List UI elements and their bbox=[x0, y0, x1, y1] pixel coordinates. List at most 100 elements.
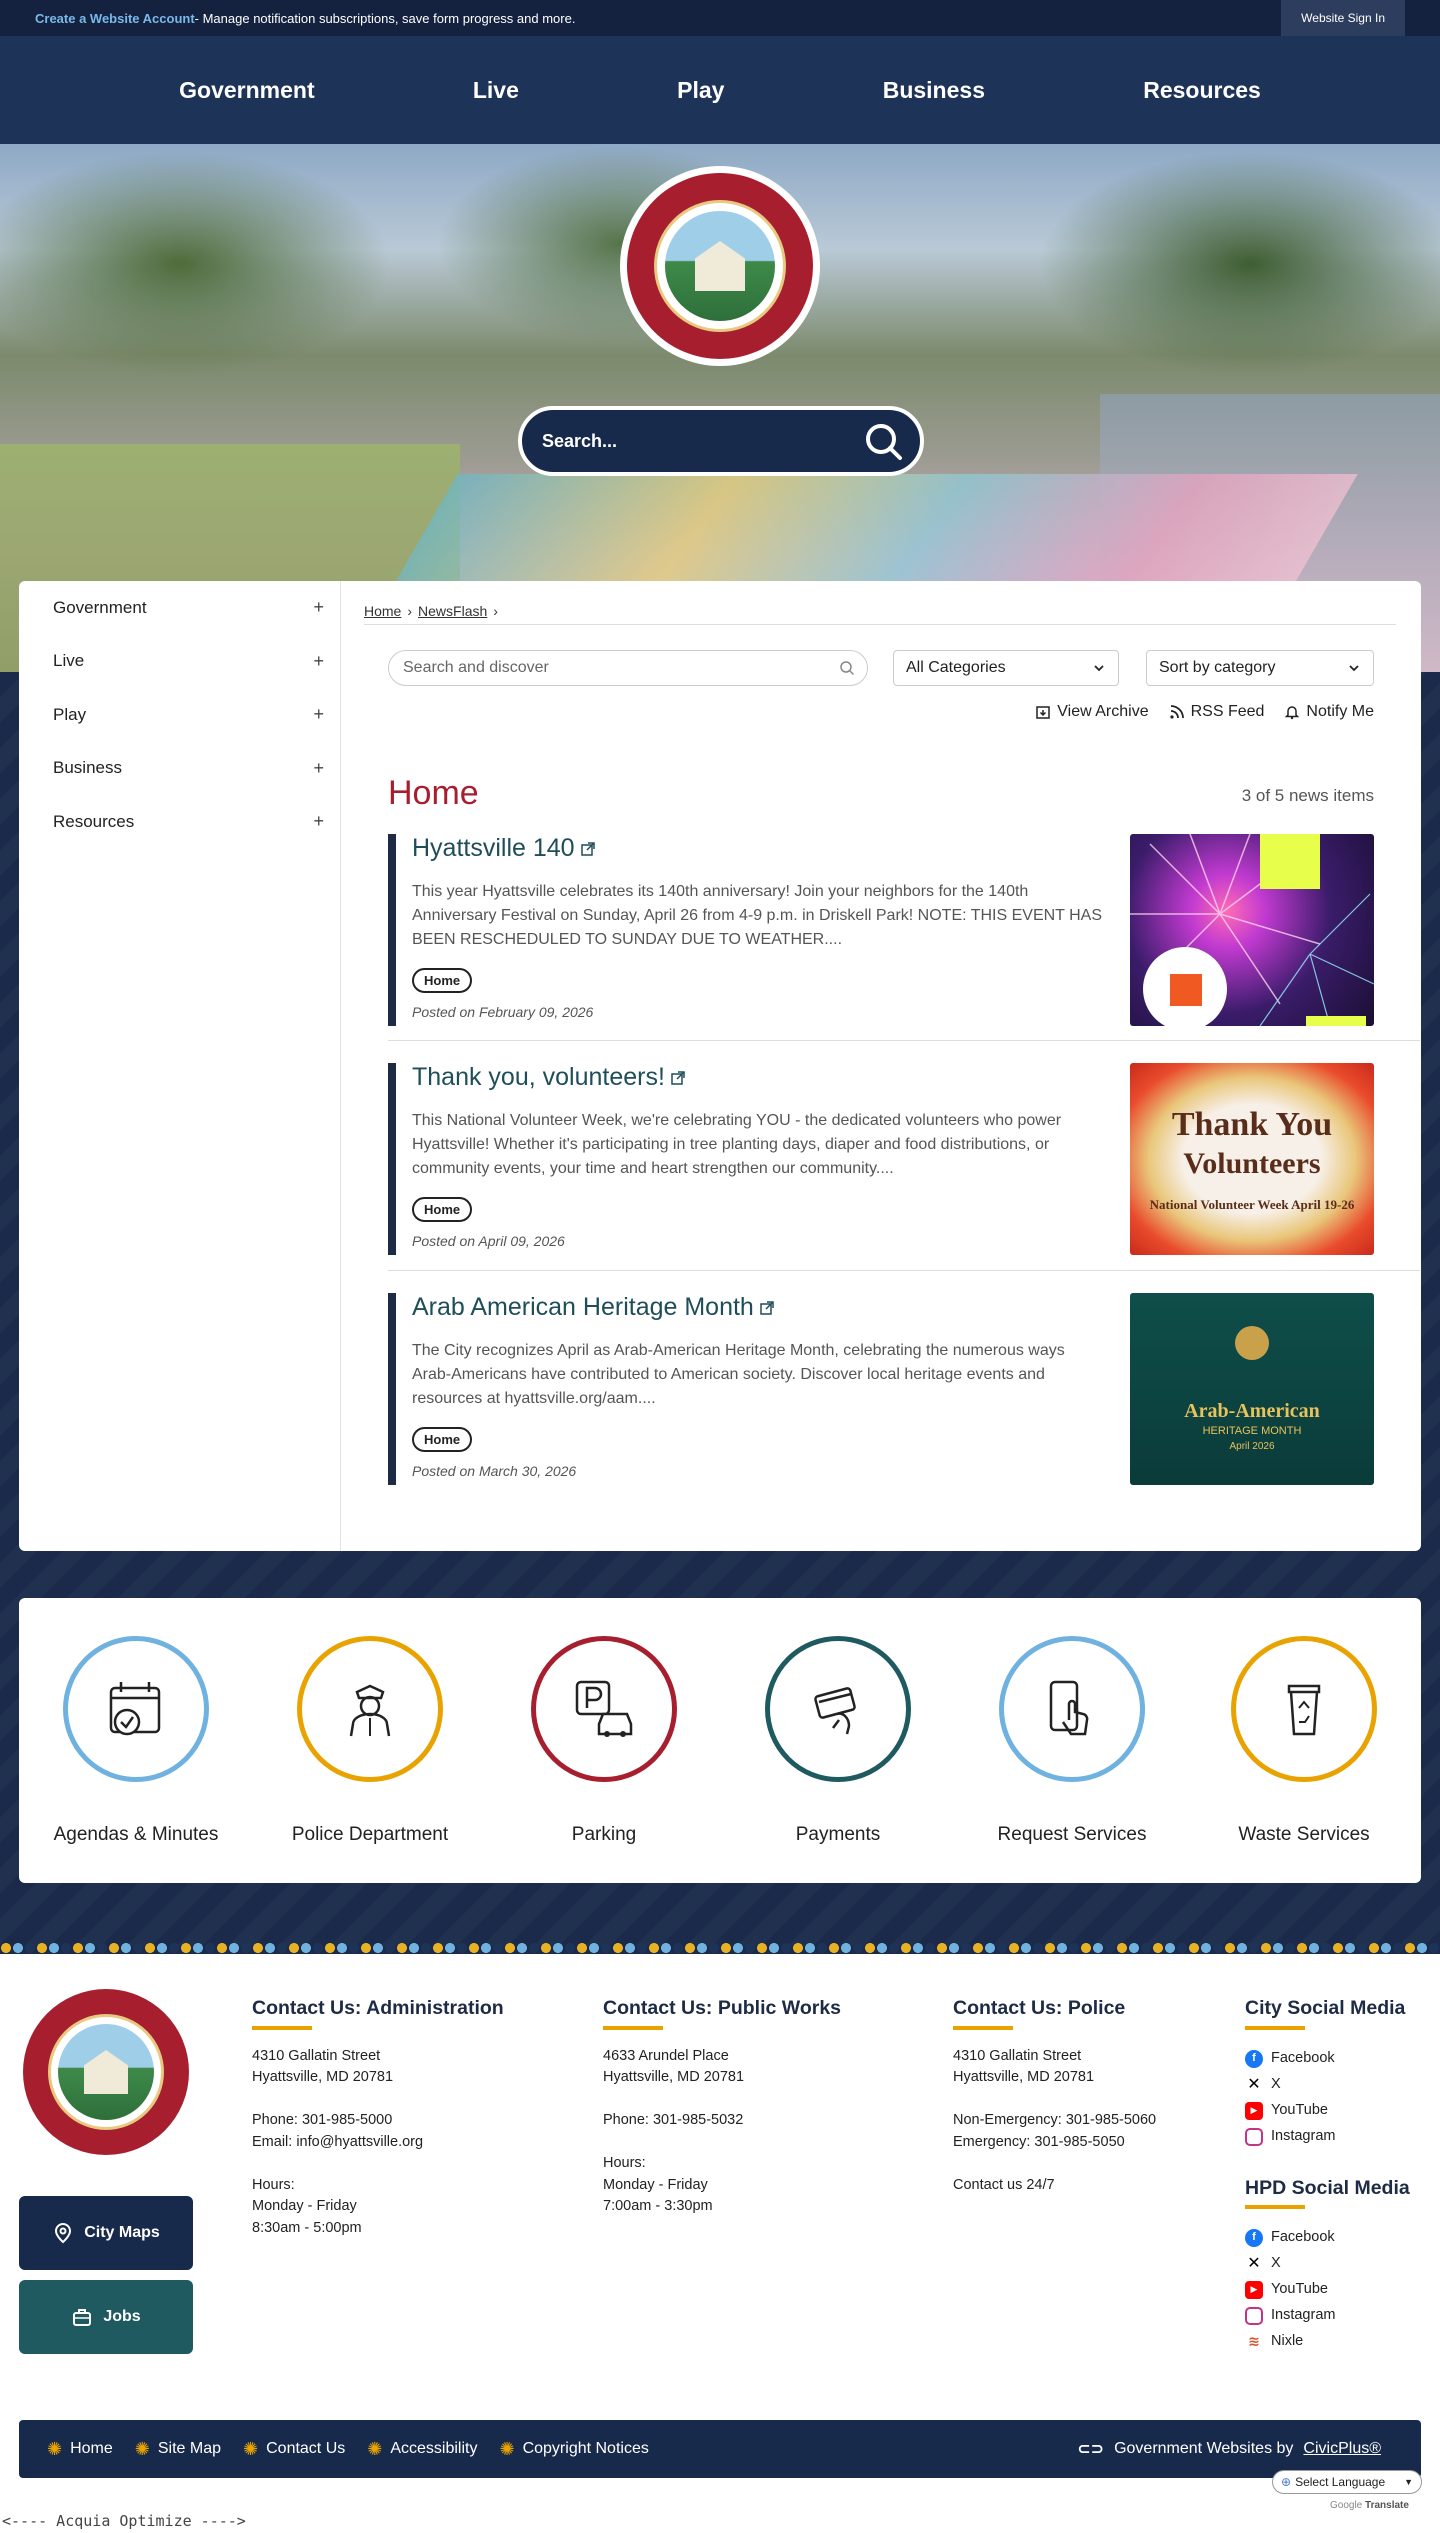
city-x-link[interactable]: ✕ X bbox=[1245, 2072, 1410, 2098]
works-hours-label: Hours: bbox=[603, 2155, 646, 2171]
jobs-button[interactable]: Jobs bbox=[19, 2280, 193, 2354]
rss-feed-link[interactable]: RSS Feed bbox=[1169, 703, 1264, 721]
heading-underline bbox=[1245, 2025, 1305, 2030]
nav-government[interactable]: Government bbox=[159, 67, 334, 114]
notify-me-link[interactable]: Notify Me bbox=[1284, 703, 1374, 721]
breadcrumb-separator: › bbox=[407, 603, 413, 619]
police-emergency-phone[interactable]: Emergency: 301-985-5050 bbox=[953, 2132, 1156, 2154]
admin-hours-time: 8:30am - 5:00pm bbox=[252, 2219, 362, 2236]
hpd-social-title: HPD Social Media bbox=[1245, 2176, 1410, 2199]
calendar-check-icon bbox=[109, 1682, 161, 1736]
sidenav-item-play[interactable]: Play + bbox=[19, 688, 340, 742]
expand-plus-icon[interactable]: + bbox=[313, 758, 324, 779]
nav-resources[interactable]: Resources bbox=[1123, 67, 1281, 114]
social-label: Facebook bbox=[1271, 2049, 1335, 2066]
news-title-link[interactable]: Hyattsville 140 bbox=[412, 834, 595, 863]
news-posted-date: Posted on March 30, 2026 bbox=[412, 1463, 577, 1479]
quick-link-payments[interactable]: Payments bbox=[721, 1636, 955, 1846]
nav-business[interactable]: Business bbox=[863, 67, 1005, 114]
sidenav-item-resources[interactable]: Resources + bbox=[19, 795, 340, 849]
nav-live[interactable]: Live bbox=[453, 67, 539, 114]
footer-link-contact-us[interactable]: ✺ Contact Us bbox=[243, 2439, 345, 2460]
category-select[interactable]: All Categories bbox=[893, 650, 1119, 686]
quick-link-circle bbox=[531, 1636, 677, 1782]
news-thumbnail-fireworks[interactable] bbox=[1130, 834, 1374, 1026]
city-youtube-link[interactable]: ▶ YouTube bbox=[1245, 2098, 1410, 2124]
hero-search-input[interactable]: Search... bbox=[542, 431, 617, 452]
expand-plus-icon[interactable]: + bbox=[313, 651, 324, 672]
hpd-instagram-link[interactable]: Instagram bbox=[1245, 2303, 1410, 2329]
news-thumbnail-heritage[interactable]: Arab-American HERITAGE MONTH April 2026 bbox=[1130, 1293, 1374, 1485]
sun-icon: ✺ bbox=[47, 2438, 63, 2459]
sidenav-item-government[interactable]: Government + bbox=[19, 581, 340, 635]
view-archive-link[interactable]: View Archive bbox=[1035, 703, 1149, 721]
quick-link-agendas[interactable]: Agendas & Minutes bbox=[19, 1636, 253, 1846]
news-thumbnail-volunteers[interactable]: Thank You Volunteers National Volunteer … bbox=[1130, 1063, 1374, 1255]
create-account-link[interactable]: Create a Website Account bbox=[35, 11, 195, 26]
breadcrumb-newsflash[interactable]: NewsFlash bbox=[418, 603, 487, 619]
sidenav-label: Government bbox=[53, 597, 147, 617]
admin-phone[interactable]: Phone: 301-985-5000 bbox=[252, 2110, 504, 2132]
police-non-emergency-phone[interactable]: Non-Emergency: 301-985-5060 bbox=[953, 2110, 1156, 2132]
expand-plus-icon[interactable]: + bbox=[313, 811, 324, 832]
city-social-media: City Social Media f Facebook ✕ X ▶ YouTube … bbox=[1245, 1997, 1410, 2355]
city-facebook-link[interactable]: f Facebook bbox=[1245, 2046, 1410, 2072]
quick-link-waste-services[interactable]: Waste Services bbox=[1187, 1636, 1421, 1846]
expand-plus-icon[interactable]: + bbox=[313, 704, 324, 725]
language-select[interactable]: ⊕ Select Language ▼ bbox=[1272, 2470, 1422, 2494]
hpd-x-link[interactable]: ✕ X bbox=[1245, 2251, 1410, 2277]
works-phone[interactable]: Phone: 301-985-5032 bbox=[603, 2110, 841, 2132]
hero-search-box[interactable]: Search... bbox=[518, 406, 924, 476]
quick-link-circle bbox=[297, 1636, 443, 1782]
thumb-title-1: Thank You bbox=[1171, 1106, 1333, 1143]
sort-select[interactable]: Sort by category bbox=[1146, 650, 1374, 686]
search-icon[interactable] bbox=[862, 420, 904, 462]
sort-select-value: Sort by category bbox=[1159, 659, 1276, 676]
footer-link-home[interactable]: ✺ Home bbox=[47, 2439, 113, 2460]
quick-link-parking[interactable]: Parking bbox=[487, 1636, 721, 1846]
footer-link-accessibility[interactable]: ✺ Accessibility bbox=[367, 2439, 477, 2460]
nav-play[interactable]: Play bbox=[657, 67, 744, 114]
admin-hours-label: Hours: bbox=[252, 2176, 295, 2193]
quick-link-request-services[interactable]: Request Services bbox=[955, 1636, 1189, 1846]
quick-link-circle bbox=[765, 1636, 911, 1782]
breadcrumb-home[interactable]: Home bbox=[364, 603, 401, 619]
quick-link-police[interactable]: Police Department bbox=[253, 1636, 487, 1846]
nixle-icon: ≋ bbox=[1245, 2333, 1263, 2351]
thumb-title-2: Volunteers bbox=[1183, 1147, 1321, 1180]
news-search-input[interactable]: Search and discover bbox=[388, 650, 868, 686]
civicplus-link-label: CivicPlus® bbox=[1303, 2440, 1381, 2457]
quick-link-circle bbox=[63, 1636, 209, 1782]
footer-link-copyright[interactable]: ✺ Copyright Notices bbox=[499, 2439, 648, 2460]
admin-email[interactable]: Email: info@hyattsville.org bbox=[252, 2132, 504, 2154]
civicplus-link[interactable]: CivicPlus® bbox=[1303, 2440, 1381, 2458]
hpd-facebook-link[interactable]: f Facebook bbox=[1245, 2225, 1410, 2251]
sidenav-item-live[interactable]: Live + bbox=[19, 635, 340, 689]
hpd-nixle-link[interactable]: ≋ Nixle bbox=[1245, 2329, 1410, 2355]
news-title: Arab American Heritage Month bbox=[412, 1293, 754, 1321]
news-count: 3 of 5 news items bbox=[1241, 786, 1374, 805]
police-contact-link[interactable]: Contact us 24/7 bbox=[953, 2175, 1156, 2197]
police-officer-icon bbox=[349, 1684, 391, 1737]
city-maps-button[interactable]: City Maps bbox=[19, 2196, 193, 2270]
city-seal-logo[interactable] bbox=[620, 166, 820, 366]
search-icon[interactable] bbox=[839, 660, 855, 676]
sidenav-item-business[interactable]: Business + bbox=[19, 742, 340, 796]
news-category-tag[interactable]: Home bbox=[412, 1427, 473, 1452]
expand-plus-icon[interactable]: + bbox=[313, 597, 324, 618]
footer-link-site-map[interactable]: ✺ Site Map bbox=[135, 2439, 221, 2460]
social-label: Facebook bbox=[1271, 2229, 1335, 2246]
news-title-link[interactable]: Thank you, volunteers! bbox=[412, 1063, 685, 1092]
city-instagram-link[interactable]: Instagram bbox=[1245, 2124, 1410, 2150]
news-item-accent-bar bbox=[388, 1293, 396, 1485]
contact-public-works: Contact Us: Public Works 4633 Arundel Pl… bbox=[603, 1997, 841, 2218]
news-category-tag[interactable]: Home bbox=[412, 1197, 473, 1222]
works-address-line: Hyattsville, MD 20781 bbox=[603, 2069, 745, 2085]
footer-city-seal[interactable] bbox=[22, 1988, 190, 2156]
website-sign-in-button[interactable]: Website Sign In bbox=[1281, 0, 1405, 36]
news-category-tag[interactable]: Home bbox=[412, 968, 473, 993]
news-title-link[interactable]: Arab American Heritage Month bbox=[412, 1293, 774, 1322]
works-address-line: 4633 Arundel Place bbox=[603, 2047, 729, 2064]
hpd-youtube-link[interactable]: ▶ YouTube bbox=[1245, 2277, 1410, 2303]
quick-link-label: Parking bbox=[571, 1824, 637, 1845]
